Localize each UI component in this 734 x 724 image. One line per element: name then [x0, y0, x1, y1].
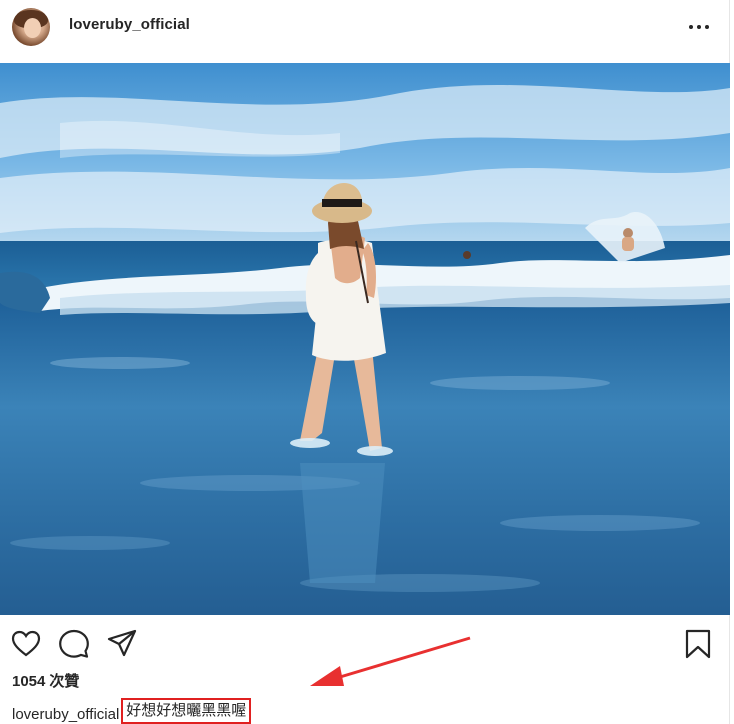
like-count[interactable]: 1054 次贊 [12, 670, 83, 691]
post-username[interactable]: loveruby_official [69, 16, 190, 33]
like-count-number: 1054 [12, 673, 46, 690]
instagram-post: loveruby_official 1054 次贊 loveruby_offic… [0, 0, 734, 724]
post-header: loveruby_official [0, 0, 730, 60]
post-image[interactable] [0, 63, 730, 615]
comment-icon[interactable] [58, 628, 90, 660]
like-count-label: 次贊 [49, 673, 80, 690]
caption: loveruby_official 好想好想曬黑黑喔 [12, 698, 252, 724]
caption-text: 好想好想曬黑黑喔 [121, 698, 252, 724]
share-icon[interactable] [106, 628, 138, 660]
more-options-icon[interactable] [684, 14, 716, 38]
bookmark-icon[interactable] [682, 628, 714, 660]
annotation-arrow-icon [310, 636, 471, 686]
caption-username[interactable]: loveruby_official [12, 706, 119, 723]
heart-icon[interactable] [10, 628, 42, 660]
avatar-face [24, 18, 41, 38]
avatar[interactable] [12, 8, 50, 46]
